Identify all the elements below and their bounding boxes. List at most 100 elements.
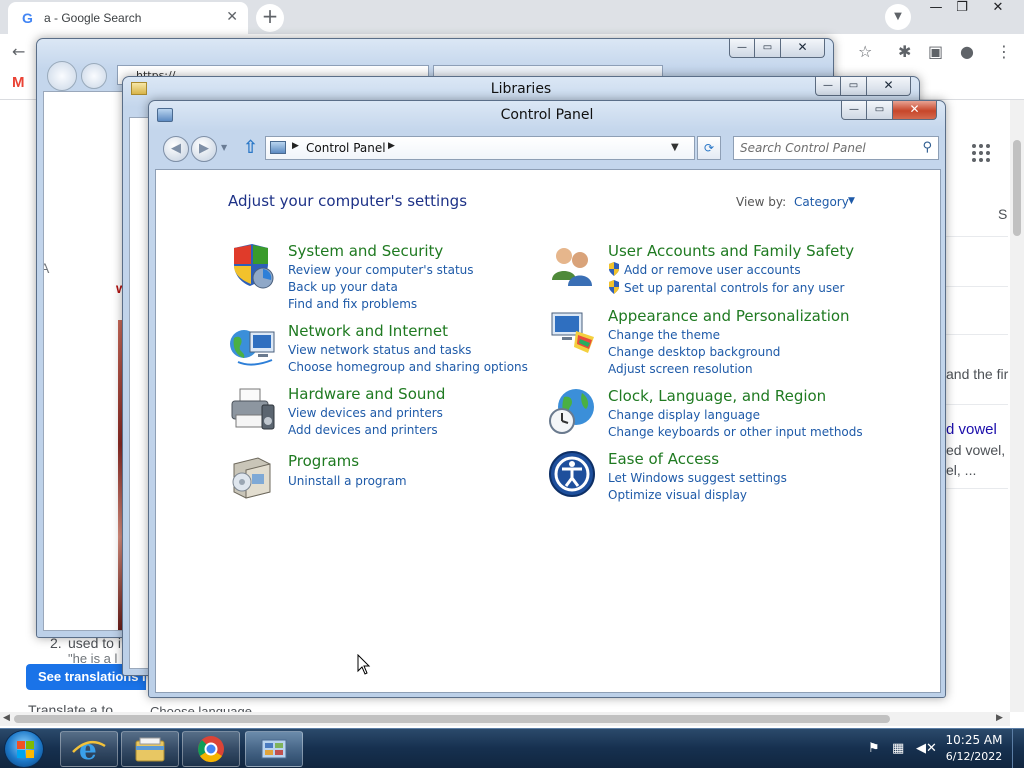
ie-caption-buttons: — ▭ ✕ (729, 39, 825, 58)
view-by-dropdown[interactable]: Category (794, 195, 849, 209)
chrome-icon[interactable] (182, 731, 240, 767)
category-title[interactable]: Network and Internet (288, 322, 448, 340)
libraries-minimize-button[interactable]: — (815, 77, 841, 96)
minimize-button[interactable]: — (841, 101, 867, 120)
category-link[interactable]: Add devices and printers (288, 423, 438, 437)
back-arrow-icon[interactable]: ← (12, 42, 25, 61)
clock-time[interactable]: 10:25 AM (944, 733, 1004, 747)
category-link[interactable]: Adjust screen resolution (608, 362, 753, 376)
category-title[interactable]: Clock, Language, and Region (608, 387, 826, 405)
ie-close-button[interactable]: ✕ (781, 39, 825, 58)
clock-date[interactable]: 6/12/2022 (944, 750, 1004, 763)
chrome-tab-google-search[interactable]: G a - Google Search ✕ (8, 2, 248, 34)
control-panel-icon[interactable] (245, 731, 303, 767)
google-apps-grid-icon[interactable] (972, 144, 990, 162)
category-link[interactable]: Review your computer's status (288, 263, 474, 277)
category-link[interactable]: Optimize visual display (608, 488, 747, 502)
view-by-chevron-icon[interactable]: ▼ (848, 196, 855, 206)
scroll-right-arrow-icon[interactable]: ▶ (996, 713, 1003, 723)
up-arrow-icon[interactable]: ⇧ (243, 137, 258, 158)
globe-network-icon[interactable] (228, 322, 276, 370)
show-desktop-button[interactable] (1012, 729, 1024, 768)
breadcrumb-control-panel[interactable]: Control Panel (306, 141, 386, 155)
libraries-maximize-button[interactable]: ▭ (841, 77, 867, 96)
refresh-button[interactable]: ⟳ (697, 136, 721, 160)
ie-maximize-button[interactable]: ▭ (755, 39, 781, 58)
category-link[interactable]: Let Windows suggest settings (608, 471, 787, 485)
category-link[interactable]: Find and fix problems (288, 297, 417, 311)
ie-minimize-button[interactable]: — (729, 39, 755, 58)
page-divider (946, 488, 1008, 489)
side-panel-icon[interactable]: ▣ (928, 42, 943, 61)
breadcrumb-arrow-icon[interactable]: ▶ (388, 141, 395, 151)
appearance-monitor-icon[interactable] (548, 307, 596, 355)
chrome-restore-button[interactable]: ❐ (946, 0, 978, 20)
profile-avatar-icon[interactable]: ● (960, 42, 974, 61)
chrome-close-button[interactable]: ✕ (982, 0, 1014, 20)
ie-back-button[interactable] (47, 61, 77, 91)
recent-pages-chevron-icon[interactable]: ▼ (221, 143, 227, 152)
category-title[interactable]: Programs (288, 452, 359, 470)
tab-title: a - Google Search (44, 11, 142, 25)
start-orb-icon[interactable] (4, 730, 44, 768)
page-result-link[interactable]: d vowel (946, 421, 997, 438)
search-placeholder: Search Control Panel (740, 141, 866, 155)
libraries-close-button[interactable]: ✕ (867, 77, 911, 96)
category-link[interactable]: Set up parental controls for any user (624, 281, 844, 295)
users-icon[interactable] (548, 242, 596, 290)
bookmark-star-icon[interactable]: ☆ (858, 42, 872, 61)
category-link[interactable]: Change desktop background (608, 345, 780, 359)
back-button[interactable]: ◀ (163, 136, 189, 162)
category-title[interactable]: Ease of Access (608, 450, 719, 468)
programs-box-icon[interactable] (228, 452, 276, 500)
category-title[interactable]: Appearance and Personalization (608, 307, 850, 325)
category-link[interactable]: Add or remove user accounts (624, 263, 801, 277)
scrollbar-thumb[interactable] (1013, 140, 1021, 236)
scroll-left-arrow-icon[interactable]: ◀ (3, 713, 10, 723)
category-link[interactable]: Uninstall a program (288, 474, 407, 488)
category-link[interactable]: View devices and printers (288, 406, 443, 420)
search-icon[interactable]: ⚲ (922, 140, 932, 155)
extensions-puzzle-icon[interactable]: ✱ (898, 42, 911, 61)
breadcrumb-arrow-icon[interactable]: ▶ (292, 141, 299, 151)
volume-muted-icon[interactable]: ◀✕ (916, 741, 937, 756)
scrollbar-thumb[interactable] (14, 715, 890, 723)
category-link[interactable]: Change the theme (608, 328, 720, 342)
gmail-icon[interactable]: M (12, 74, 25, 91)
file-explorer-icon[interactable] (121, 731, 179, 767)
category-link[interactable]: Back up your data (288, 280, 398, 294)
category-link[interactable]: Change keyboards or other input methods (608, 425, 863, 439)
category-link[interactable]: Change display language (608, 408, 760, 422)
libraries-title: Libraries (490, 81, 552, 97)
shield-icon[interactable] (228, 242, 276, 290)
category-title[interactable]: System and Security (288, 242, 443, 260)
internet-explorer-icon[interactable]: e (60, 731, 118, 767)
flag-icon[interactable]: ⚑ (868, 741, 880, 756)
page-fragment-text: ed vowel, (946, 442, 1006, 458)
chrome-menu-icon[interactable]: ⋮ (996, 42, 1012, 61)
ie-forward-button[interactable] (81, 63, 107, 89)
category-link[interactable]: View network status and tasks (288, 343, 471, 357)
tab-search-chevron-icon[interactable]: ▼ (885, 4, 911, 30)
address-dropdown-icon[interactable]: ▼ (671, 142, 679, 153)
page-vertical-scrollbar[interactable] (1010, 100, 1024, 712)
network-icon[interactable]: ▦ (892, 741, 904, 756)
category-title[interactable]: Hardware and Sound (288, 385, 445, 403)
page-fragment-text: and the fir (946, 366, 1009, 382)
page-fragment-text: A (44, 260, 49, 276)
forward-button[interactable]: ▶ (191, 136, 217, 162)
maximize-button[interactable]: ▭ (867, 101, 893, 120)
printer-icon[interactable] (228, 385, 276, 433)
category-link[interactable]: Choose homegroup and sharing options (288, 360, 528, 374)
ease-of-access-icon[interactable] (548, 450, 596, 498)
control-panel-window[interactable]: Control Panel — ▭ ✕ ◀ ▶ ▼ ⇧ ▶ Control Pa… (148, 100, 946, 698)
page-horizontal-scrollbar[interactable]: ◀ ▶ (0, 712, 1010, 726)
view-by-label: View by: (736, 195, 787, 209)
tab-close-icon[interactable]: ✕ (226, 9, 238, 25)
address-bar[interactable]: ▶ Control Panel ▶ ▼ (265, 136, 695, 160)
search-input[interactable]: Search Control Panel ⚲ (733, 136, 939, 160)
new-tab-button[interactable]: + (256, 4, 284, 32)
close-button[interactable]: ✕ (893, 101, 937, 120)
clock-globe-icon[interactable] (548, 387, 596, 435)
category-title[interactable]: User Accounts and Family Safety (608, 242, 854, 260)
